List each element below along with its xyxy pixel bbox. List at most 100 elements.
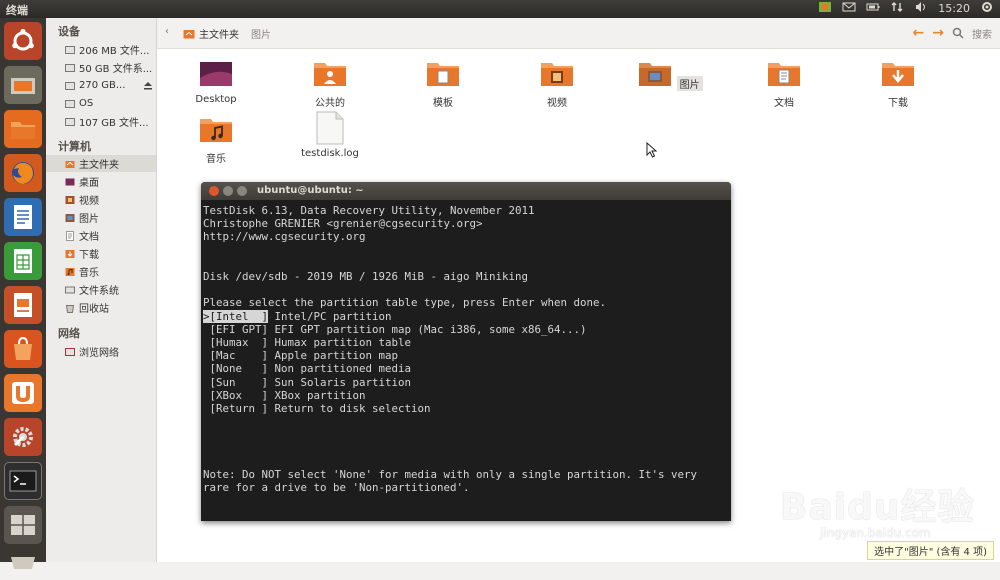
sidebar-item-desktop[interactable]: 桌面 — [46, 173, 156, 190]
places-sidebar: 设备 206 MB 文件... 50 GB 文件系... 270 GB... O… — [46, 18, 157, 562]
eject-icon[interactable] — [143, 81, 153, 90]
file-downloads[interactable]: 下载 — [858, 60, 938, 109]
impress-icon[interactable] — [4, 286, 42, 324]
terminal-title: ubuntu@ubuntu: ~ — [257, 185, 364, 196]
sidebar-device-3[interactable]: 270 GB... — [46, 77, 156, 94]
trash-icon[interactable] — [4, 542, 42, 580]
prompt-line: Please select the partition table type, … — [203, 296, 607, 310]
firefox-icon[interactable] — [4, 154, 42, 192]
filesystem-icon — [65, 286, 75, 293]
files-app-icon[interactable] — [4, 110, 42, 148]
sidebar-item-videos[interactable]: 视频 — [46, 191, 156, 208]
sidebar-item-documents[interactable]: 文档 — [46, 227, 156, 244]
selected-option: [Intel ] — [209, 309, 269, 323]
trash-small-icon — [65, 304, 75, 313]
home-folder-icon — [183, 29, 195, 38]
file-desktop[interactable]: Desktop — [176, 60, 256, 105]
option-sun[interactable]: [Sun ] Sun Solaris partition — [203, 376, 412, 389]
option-efi-gpt[interactable]: [EFI GPT] EFI GPT partition map (Mac i38… — [203, 323, 587, 336]
download-icon — [65, 249, 75, 258]
terminal-window[interactable]: ubuntu@ubuntu: ~ TestDisk 6.13, Data Rec… — [201, 182, 731, 521]
sidebar-device-1[interactable]: 206 MB 文件... — [46, 41, 156, 58]
disk-info-line: Disk /dev/sdb - 2019 MB / 1926 MiB - aig… — [203, 270, 529, 284]
devices-header: 设备 — [58, 25, 80, 38]
option-return[interactable]: [Return ] Return to disk selection — [203, 402, 431, 415]
file-documents[interactable]: 文档 — [744, 60, 824, 109]
app-tray-icon[interactable] — [818, 1, 832, 16]
forward-arrow-icon[interactable]: → — [932, 25, 944, 41]
public-folder-icon — [314, 63, 346, 86]
drive-icon — [65, 45, 75, 54]
network-browse-icon — [65, 347, 75, 356]
watermark-url: jingyan.baidu.com — [820, 526, 931, 540]
videos-folder-icon — [541, 63, 573, 86]
sidebar-item-trash[interactable]: 回收站 — [46, 299, 156, 316]
url-line: http://www.cgsecurity.org — [203, 230, 366, 244]
file-testdisk-log[interactable]: testdisk.log — [290, 111, 370, 159]
music-icon — [65, 267, 75, 276]
file-videos[interactable]: 视频 — [517, 60, 597, 109]
system-settings-icon[interactable] — [4, 418, 42, 456]
option-none[interactable]: [None ] Non partitioned media — [203, 362, 412, 375]
file-music[interactable]: 音乐 — [176, 116, 256, 165]
desktop-folder-icon — [200, 62, 232, 86]
clock[interactable]: 15:20 — [938, 2, 970, 15]
drive-icon — [65, 63, 75, 72]
sidebar-device-5[interactable]: 107 GB 文件... — [46, 113, 156, 130]
installer-icon[interactable] — [4, 66, 42, 104]
minimize-icon[interactable] — [223, 186, 233, 196]
sidebar-item-music[interactable]: 音乐 — [46, 263, 156, 280]
drive-icon — [65, 117, 75, 126]
writer-icon[interactable] — [4, 198, 42, 236]
window-title: 终端 — [6, 4, 28, 17]
terminal-icon[interactable] — [4, 462, 42, 500]
file-public[interactable]: 公共的 — [290, 60, 370, 109]
file-pictures[interactable]: 图片 — [630, 60, 710, 91]
breadcrumb-home[interactable]: 主文件夹 — [183, 26, 239, 41]
picture-icon — [65, 213, 75, 222]
selected-option-row[interactable]: >[Intel ] Intel/PC partition — [203, 309, 392, 323]
close-icon[interactable] — [209, 186, 219, 196]
sidebar-item-filesystem[interactable]: 文件系统 — [46, 281, 156, 298]
computer-header: 计算机 — [58, 140, 91, 153]
desktop-icon — [65, 178, 75, 185]
network-icon[interactable] — [890, 1, 904, 16]
sidebar-item-pictures[interactable]: 图片 — [46, 209, 156, 226]
network-header: 网络 — [58, 327, 80, 340]
ubuntu-one-icon[interactable] — [4, 374, 42, 412]
selected-option-desc: Intel/PC partition — [268, 309, 392, 323]
search-label[interactable]: 搜索 — [972, 26, 992, 41]
breadcrumb: 主文件夹 图片 — [183, 25, 271, 41]
maximize-icon[interactable] — [237, 186, 247, 196]
breadcrumb-pictures[interactable]: 图片 — [251, 26, 271, 41]
option-humax[interactable]: [Humax ] Humax partition table — [203, 336, 412, 349]
templates-folder-icon — [427, 63, 459, 86]
system-tray: 15:20 — [818, 1, 994, 16]
sidebar-device-2[interactable]: 50 GB 文件系... — [46, 59, 156, 76]
software-center-icon[interactable] — [4, 330, 42, 368]
file-templates[interactable]: 模板 — [403, 60, 483, 109]
sidebar-item-browse-network[interactable]: 浏览网络 — [46, 343, 156, 360]
drive-icon — [65, 81, 75, 90]
sidebar-item-home[interactable]: 主文件夹 — [46, 155, 156, 172]
option-xbox[interactable]: [XBox ] XBox partition — [203, 389, 366, 402]
terminal-titlebar[interactable]: ubuntu@ubuntu: ~ — [201, 182, 731, 200]
volume-icon[interactable] — [914, 1, 928, 16]
battery-icon[interactable] — [866, 1, 880, 16]
search-icon[interactable] — [952, 27, 964, 39]
music-folder-icon — [200, 119, 232, 142]
sidebar-item-downloads[interactable]: 下载 — [46, 245, 156, 262]
terminal-body[interactable]: TestDisk 6.13, Data Recovery Utility, No… — [201, 200, 731, 521]
document-icon — [66, 230, 74, 241]
workspace-switcher-icon[interactable] — [4, 506, 42, 544]
sidebar-device-4[interactable]: OS — [46, 95, 156, 112]
option-mac[interactable]: [Mac ] Apple partition map — [203, 349, 399, 362]
calc-icon[interactable] — [4, 242, 42, 280]
path-left-arrow-icon[interactable]: ‹ — [165, 26, 169, 37]
ubuntu-logo-icon[interactable] — [4, 22, 42, 60]
back-arrow-icon[interactable]: ← — [913, 25, 925, 41]
documents-folder-icon — [768, 63, 800, 86]
mail-icon[interactable] — [842, 1, 856, 16]
text-file-icon — [316, 111, 344, 145]
settings-icon[interactable] — [980, 1, 994, 16]
